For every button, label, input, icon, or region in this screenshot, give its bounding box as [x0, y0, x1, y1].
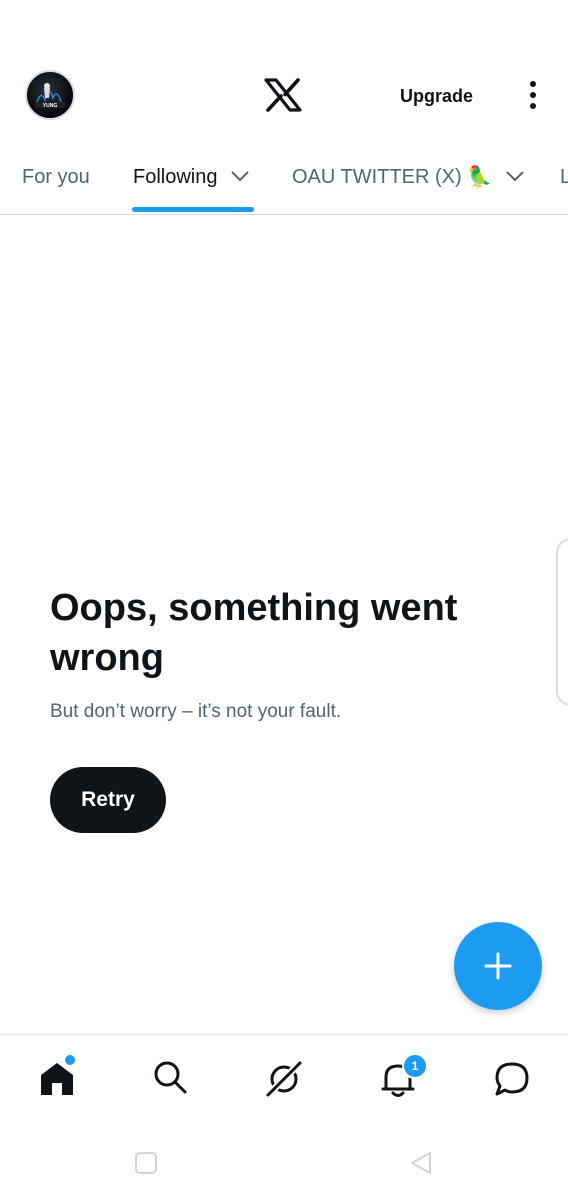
nav-messages[interactable] [492, 1059, 532, 1099]
upgrade-button[interactable]: Upgrade [400, 84, 473, 108]
bottom-nav: 1 [0, 1034, 568, 1127]
notification-badge: 1 [402, 1053, 428, 1079]
error-subtitle: But don’t worry – it’s not your fault. [50, 701, 342, 722]
tab-following[interactable]: Following [133, 164, 249, 190]
nav-grok[interactable] [264, 1059, 304, 1099]
avatar-image: YUNG [35, 83, 65, 109]
grok-icon [265, 1060, 303, 1098]
tab-oau-twitter[interactable]: OAU TWITTER (X) 🦜 [292, 164, 524, 190]
tab-label: L [560, 166, 568, 188]
search-icon [154, 1061, 187, 1094]
tab-label: For you [22, 166, 90, 188]
messages-icon [495, 1062, 529, 1096]
tab-label: OAU TWITTER (X) 🦜 [292, 166, 493, 188]
tab-partial[interactable]: L [560, 164, 568, 190]
side-drawer-handle[interactable] [556, 538, 568, 706]
home-notification-dot [63, 1053, 77, 1067]
tab-label: Following [133, 166, 218, 188]
chevron-down-icon[interactable] [505, 170, 524, 182]
nav-search[interactable] [152, 1059, 192, 1099]
compose-fab[interactable] [454, 922, 542, 1010]
retry-button[interactable]: Retry [50, 767, 166, 833]
profile-avatar[interactable]: YUNG [25, 70, 75, 120]
timeline-tabs: For you Following OAU TWITTER (X) 🦜 L [0, 150, 568, 215]
tab-for-you[interactable]: For you [22, 164, 90, 190]
error-title: Oops, something went wrong [50, 587, 458, 679]
system-nav-bar [0, 1126, 568, 1199]
chevron-down-icon[interactable] [231, 170, 249, 182]
plus-icon [484, 952, 512, 980]
nav-notifications[interactable]: 1 [378, 1053, 428, 1099]
back-icon[interactable] [408, 1150, 434, 1176]
x-logo-icon[interactable] [264, 78, 302, 112]
active-tab-indicator [132, 207, 254, 212]
more-vertical-icon[interactable] [520, 78, 546, 112]
recent-apps-button[interactable] [135, 1152, 157, 1174]
avatar-text: YUNG [43, 103, 58, 109]
top-bar: YUNG Upgrade [0, 0, 568, 140]
nav-home[interactable] [38, 1053, 78, 1099]
